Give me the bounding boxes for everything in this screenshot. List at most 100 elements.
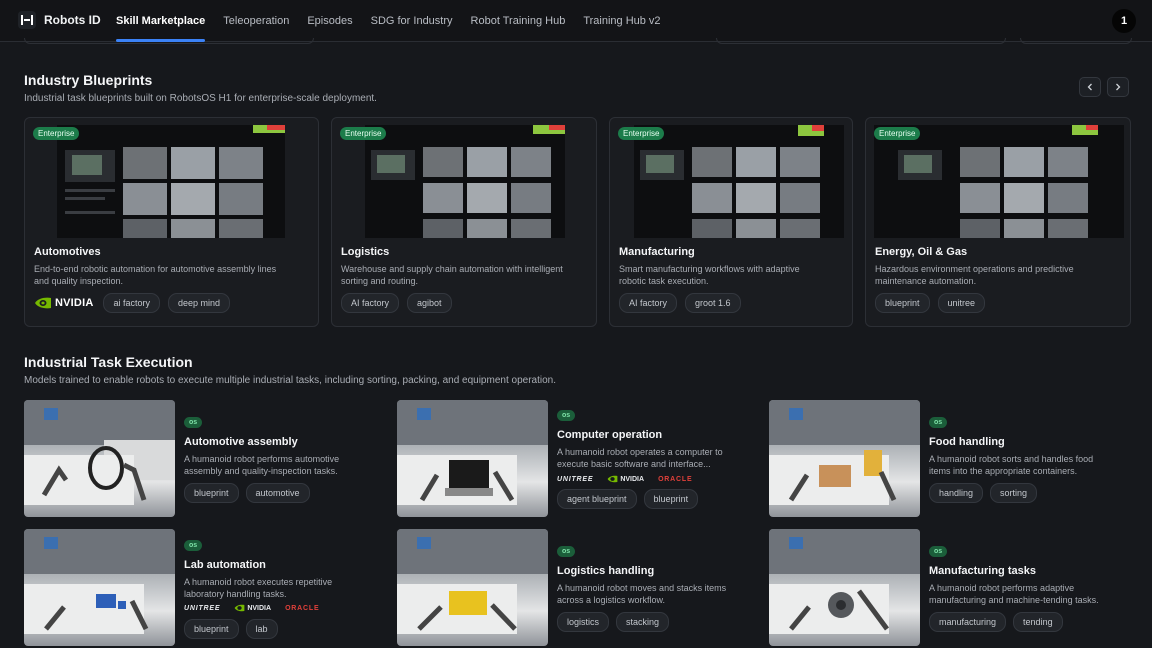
partner-logos: UNITREE NVIDIA ORACLE [557,475,692,483]
unitree-logo: UNITREE [557,475,594,483]
task-description: A humanoid robot executes repetitive lab… [184,577,333,599]
blueprint-title: Logistics [341,246,390,258]
blueprint-description: Warehouse and supply chain automation wi… [341,264,563,286]
blueprint-preview-image [634,125,844,238]
nvidia-logo: NVIDIA [607,475,644,483]
oracle-logo: ORACLE [658,475,693,483]
os-badge: os [184,540,203,551]
os-badge: os [557,546,576,557]
tab-sdg-for-industry[interactable]: SDG for Industry [362,0,462,42]
os-badge: os [929,417,948,428]
tab-training-hub-v2[interactable]: Training Hub v2 [574,0,669,42]
nav-tabs: Skill Marketplace Teleoperation Episodes… [116,0,670,42]
blueprint-tags: AI factory agibot [341,293,452,313]
task-card-automotive-assembly[interactable]: os Automotive assembly A humanoid robot … [24,400,384,517]
task-preview-image [769,529,920,646]
task-description: A humanoid robot operates a computer to … [557,447,723,469]
task-preview-image [24,400,175,517]
tag[interactable]: groot 1.6 [685,293,741,313]
task-card-manufacturing-tasks[interactable]: os Manufacturing tasks A humanoid robot … [769,529,1129,646]
brand-name: Robots ID [44,13,101,27]
tab-teleoperation[interactable]: Teleoperation [214,0,298,42]
scrolled-card-edge [24,38,314,44]
tag[interactable]: ai factory [103,293,160,313]
blueprint-card-automotives[interactable]: Enterprise Automotives End-to-end roboti… [24,117,319,327]
enterprise-badge: Enterprise [33,127,80,140]
tab-episodes[interactable]: Episodes [298,0,361,42]
tag[interactable]: logistics [557,612,610,632]
nvidia-logo: NVIDIA [234,604,271,612]
blueprints-title: Industry Blueprints [24,72,153,88]
os-badge: os [184,417,203,428]
task-tags: handling sorting [929,483,1038,503]
task-tags: blueprint lab [184,619,278,639]
task-tags: blueprint automotive [184,483,310,503]
task-preview-image [24,529,175,646]
blueprint-preview-image [874,125,1124,238]
enterprise-badge: Enterprise [874,127,921,140]
oracle-logo: ORACLE [285,604,320,612]
tag[interactable]: AI factory [341,293,400,313]
tag[interactable]: AI factory [619,293,678,313]
tag[interactable]: lab [245,619,278,639]
blueprint-tags: NVIDIA ai factory deep mind [34,293,231,313]
tasks-subtitle: Models trained to enable robots to execu… [24,375,556,386]
tag[interactable]: tending [1013,612,1063,632]
unitree-logo: UNITREE [184,604,221,612]
task-title: Computer operation [557,429,663,441]
task-card-food-handling[interactable]: os Food handling A humanoid robot sorts … [769,400,1129,517]
task-card-logistics-handling[interactable]: os Logistics handling A humanoid robot m… [397,529,757,646]
nvidia-eye-icon [35,297,51,309]
top-navigation: Robots ID Skill Marketplace Teleoperatio… [0,0,1152,42]
tag[interactable]: blueprint [875,293,930,313]
user-avatar[interactable]: 1 [1112,9,1136,33]
os-badge: os [557,410,576,421]
blueprint-card-manufacturing[interactable]: Enterprise Manufacturing Smart manufactu… [609,117,853,327]
task-tags: manufacturing tending [929,612,1063,632]
tag[interactable]: automotive [245,483,310,503]
tag[interactable]: deep mind [168,293,231,313]
tag[interactable]: agibot [407,293,452,313]
task-preview-image [769,400,920,517]
task-description: A humanoid robot moves and stacks items … [557,583,727,605]
blueprint-tags: AI factory groot 1.6 [619,293,741,313]
enterprise-badge: Enterprise [618,127,665,140]
blueprint-card-logistics[interactable]: Enterprise Logistics Warehouse and suppl… [331,117,597,327]
tab-robot-training-hub[interactable]: Robot Training Hub [462,0,575,42]
tag[interactable]: unitree [937,293,986,313]
chevron-right-icon [1116,83,1121,91]
tab-skill-marketplace[interactable]: Skill Marketplace [116,0,214,42]
blueprint-description: End-to-end robotic automation for automo… [34,264,277,286]
task-title: Lab automation [184,559,266,571]
task-tags: logistics stacking [557,612,670,632]
task-card-computer-operation[interactable]: os Computer operation A humanoid robot o… [397,400,757,517]
blueprint-title: Automotives [34,246,101,258]
tag[interactable]: blueprint [643,489,699,509]
blueprint-description: Hazardous environment operations and pre… [875,264,1074,286]
carousel-next-button[interactable] [1107,77,1129,97]
blueprints-subtitle: Industrial task blueprints built on Robo… [24,93,377,104]
blueprint-card-energy-oil-gas[interactable]: Enterprise Energy, Oil & Gas Hazardous e… [865,117,1131,327]
task-title: Food handling [929,436,1005,448]
task-title: Logistics handling [557,565,655,577]
task-description: A humanoid robot sorts and handles food … [929,454,1094,476]
blueprint-title: Energy, Oil & Gas [875,246,968,258]
tag[interactable]: stacking [616,612,670,632]
tag[interactable]: manufacturing [929,612,1007,632]
carousel-prev-button[interactable] [1079,77,1101,97]
brand[interactable]: Robots ID [18,11,101,29]
scrolled-card-edge [1020,38,1132,44]
task-tags: agent blueprint blueprint [557,489,699,509]
nvidia-eye-icon [234,604,245,612]
task-card-lab-automation[interactable]: os Lab automation A humanoid robot execu… [24,529,384,646]
tag[interactable]: sorting [990,483,1038,503]
tag[interactable]: blueprint [184,483,239,503]
tag[interactable]: agent blueprint [557,489,637,509]
chevron-left-icon [1087,83,1092,91]
partner-logos: UNITREE NVIDIA ORACLE [184,604,319,612]
task-title: Automotive assembly [184,436,298,448]
tag[interactable]: blueprint [184,619,239,639]
blueprint-title: Manufacturing [619,246,695,258]
tag[interactable]: handling [929,483,984,503]
nvidia-eye-icon [607,475,618,483]
